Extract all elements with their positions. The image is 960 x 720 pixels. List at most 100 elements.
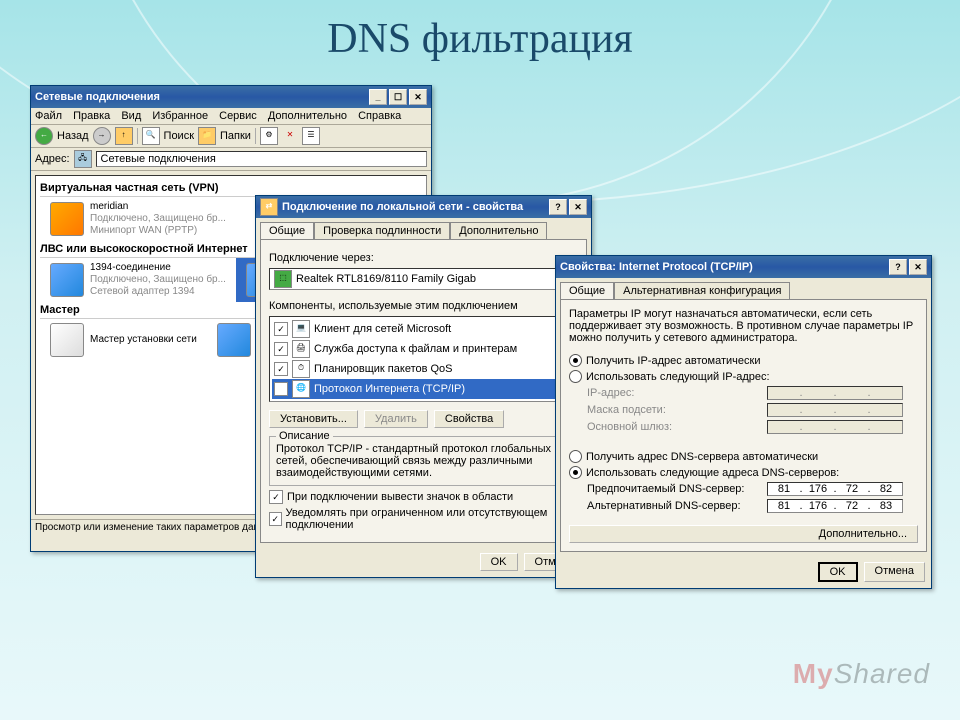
install-button[interactable]: Установить... <box>269 410 358 428</box>
qos-icon: ⏱ <box>292 360 310 378</box>
tcpip-props-window: Свойства: Internet Protocol (TCP/IP) ? ✕… <box>555 255 932 589</box>
comp-qos[interactable]: ⏱Планировщик пакетов QoS <box>272 359 575 379</box>
comp-tcpip[interactable]: 🌐Протокол Интернета (TCP/IP) <box>272 379 575 399</box>
back-icon[interactable]: ← <box>35 127 53 145</box>
checkbox[interactable] <box>274 322 288 336</box>
lan-icon <box>50 263 84 297</box>
mask-field: ... <box>767 403 903 417</box>
gw-row: Основной шлюз:... <box>587 420 918 434</box>
share-icon: 🖨 <box>292 340 310 358</box>
win1-title: Сетевые подключения <box>35 91 367 103</box>
win2-title: Подключение по локальной сети - свойства <box>282 201 547 213</box>
item-1394[interactable]: 1394-соединениеПодключено, Защищено бр..… <box>40 258 236 302</box>
win3-titlebar[interactable]: Свойства: Internet Protocol (TCP/IP) ? ✕ <box>556 256 931 278</box>
tab-general[interactable]: Общие <box>560 282 614 299</box>
client-icon: 💻 <box>292 320 310 338</box>
radio[interactable] <box>569 450 582 463</box>
description-group: Описание Протокол TCP/IP - стандартный п… <box>269 436 578 486</box>
notify-row[interactable]: Уведомлять при ограниченном или отсутств… <box>269 507 578 531</box>
comp-client[interactable]: 💻Клиент для сетей Microsoft <box>272 319 575 339</box>
checkbox[interactable] <box>274 382 288 396</box>
search-icon[interactable]: 🔍 <box>142 127 160 145</box>
ip-manual-row[interactable]: Использовать следующий IP-адрес: <box>569 370 918 383</box>
radio[interactable] <box>569 466 582 479</box>
back-label[interactable]: Назад <box>57 130 89 142</box>
win1-toolbar: ← Назад → ↑ 🔍 Поиск 📁 Папки ⚙ ✕ ☰ <box>31 125 431 148</box>
adapter-field: ⬚ Realtek RTL8169/8110 Family Gigab <box>269 268 578 290</box>
tab-general[interactable]: Общие <box>260 222 314 239</box>
menu-edit[interactable]: Правка <box>73 110 110 122</box>
ip-row: IP-адрес:... <box>587 386 918 400</box>
slide-title: DNS фильтрация <box>0 15 960 63</box>
lan-props-window: ⇄ Подключение по локальной сети - свойст… <box>255 195 592 578</box>
radio[interactable] <box>569 354 582 367</box>
maximize-button[interactable]: ☐ <box>389 89 407 105</box>
menu-service[interactable]: Сервис <box>219 110 257 122</box>
remove-button: Удалить <box>364 410 428 428</box>
comp-fileshare[interactable]: 🖨Служба доступа к файлам и принтерам <box>272 339 575 359</box>
prop-icon[interactable]: ☰ <box>302 127 320 145</box>
close-button[interactable]: ✕ <box>909 259 927 275</box>
tool-icon[interactable]: ⚙ <box>260 127 278 145</box>
intro-text: Параметры IP могут назначаться автоматич… <box>569 308 918 344</box>
dns2-field[interactable]: 81.176.72.83 <box>767 499 903 513</box>
tab-advanced[interactable]: Дополнительно <box>450 222 547 239</box>
show-icon-row[interactable]: При подключении вывести значок в области <box>269 490 578 504</box>
ip-field: ... <box>767 386 903 400</box>
lan-icon: ⇄ <box>260 198 278 216</box>
up-icon[interactable]: ↑ <box>115 127 133 145</box>
components-list[interactable]: 💻Клиент для сетей Microsoft 🖨Служба дост… <box>269 316 578 402</box>
checkbox[interactable] <box>274 362 288 376</box>
close-button[interactable]: ✕ <box>409 89 427 105</box>
radio[interactable] <box>569 370 582 383</box>
connect-via-label: Подключение через: <box>269 252 578 264</box>
win3-title: Свойства: Internet Protocol (TCP/IP) <box>560 261 887 273</box>
advanced-button[interactable]: Дополнительно... <box>569 525 918 543</box>
dns-manual-row[interactable]: Использовать следующие адреса DNS-сервер… <box>569 466 918 479</box>
properties-button[interactable]: Свойства <box>434 410 504 428</box>
vpn-icon <box>50 202 84 236</box>
menu-addl[interactable]: Дополнительно <box>268 110 347 122</box>
close-button[interactable]: ✕ <box>569 199 587 215</box>
dns-auto-row[interactable]: Получить адрес DNS-сервера автоматически <box>569 450 918 463</box>
minimize-button[interactable]: _ <box>369 89 387 105</box>
win2-content: Подключение через: ⬚ Realtek RTL8169/811… <box>260 239 587 543</box>
help-button[interactable]: ? <box>889 259 907 275</box>
tab-auth[interactable]: Проверка подлинности <box>314 222 450 239</box>
checkbox[interactable] <box>269 490 283 504</box>
nic-icon: ⬚ <box>274 270 292 288</box>
menu-help[interactable]: Справка <box>358 110 401 122</box>
delete-icon[interactable]: ✕ <box>282 128 298 144</box>
mask-row: Маска подсети:... <box>587 403 918 417</box>
menu-view[interactable]: Вид <box>121 110 141 122</box>
dns2-row: Альтернативный DNS-сервер: 81.176.72.83 <box>587 499 918 513</box>
addr-label: Адрес: <box>35 153 70 165</box>
netconn-icon: 🖧 <box>74 150 92 168</box>
win1-menubar: Файл Правка Вид Избранное Сервис Дополни… <box>31 108 431 125</box>
cancel-button[interactable]: Отмена <box>864 562 925 582</box>
menu-fav[interactable]: Избранное <box>152 110 208 122</box>
checkbox[interactable] <box>269 512 282 526</box>
folders-icon[interactable]: 📁 <box>198 127 216 145</box>
search-label[interactable]: Поиск <box>164 130 194 142</box>
tcpip-icon: 🌐 <box>292 380 310 398</box>
checkbox[interactable] <box>274 342 288 356</box>
dns1-field[interactable]: 81.176.72.82 <box>767 482 903 496</box>
win1-titlebar[interactable]: Сетевые подключения _ ☐ ✕ <box>31 86 431 108</box>
ip-auto-row[interactable]: Получить IP-адрес автоматически <box>569 354 918 367</box>
wizard-icon <box>217 323 251 357</box>
win2-titlebar[interactable]: ⇄ Подключение по локальной сети - свойст… <box>256 196 591 218</box>
win1-addressbar: Адрес: 🖧 Сетевые подключения <box>31 148 431 171</box>
ok-button[interactable]: OK <box>818 562 858 582</box>
win3-content: Параметры IP могут назначаться автоматич… <box>560 299 927 552</box>
ok-button[interactable]: OK <box>480 553 518 571</box>
help-button[interactable]: ? <box>549 199 567 215</box>
tab-altconfig[interactable]: Альтернативная конфигурация <box>614 282 790 299</box>
folders-label[interactable]: Папки <box>220 130 251 142</box>
fwd-icon[interactable]: → <box>93 127 111 145</box>
comps-label: Компоненты, используемые этим подключени… <box>269 300 578 312</box>
item-setup-wizard[interactable]: Мастер установки сети <box>40 319 207 361</box>
address-field[interactable]: Сетевые подключения <box>96 151 427 167</box>
house-icon <box>50 323 84 357</box>
menu-file[interactable]: Файл <box>35 110 62 122</box>
